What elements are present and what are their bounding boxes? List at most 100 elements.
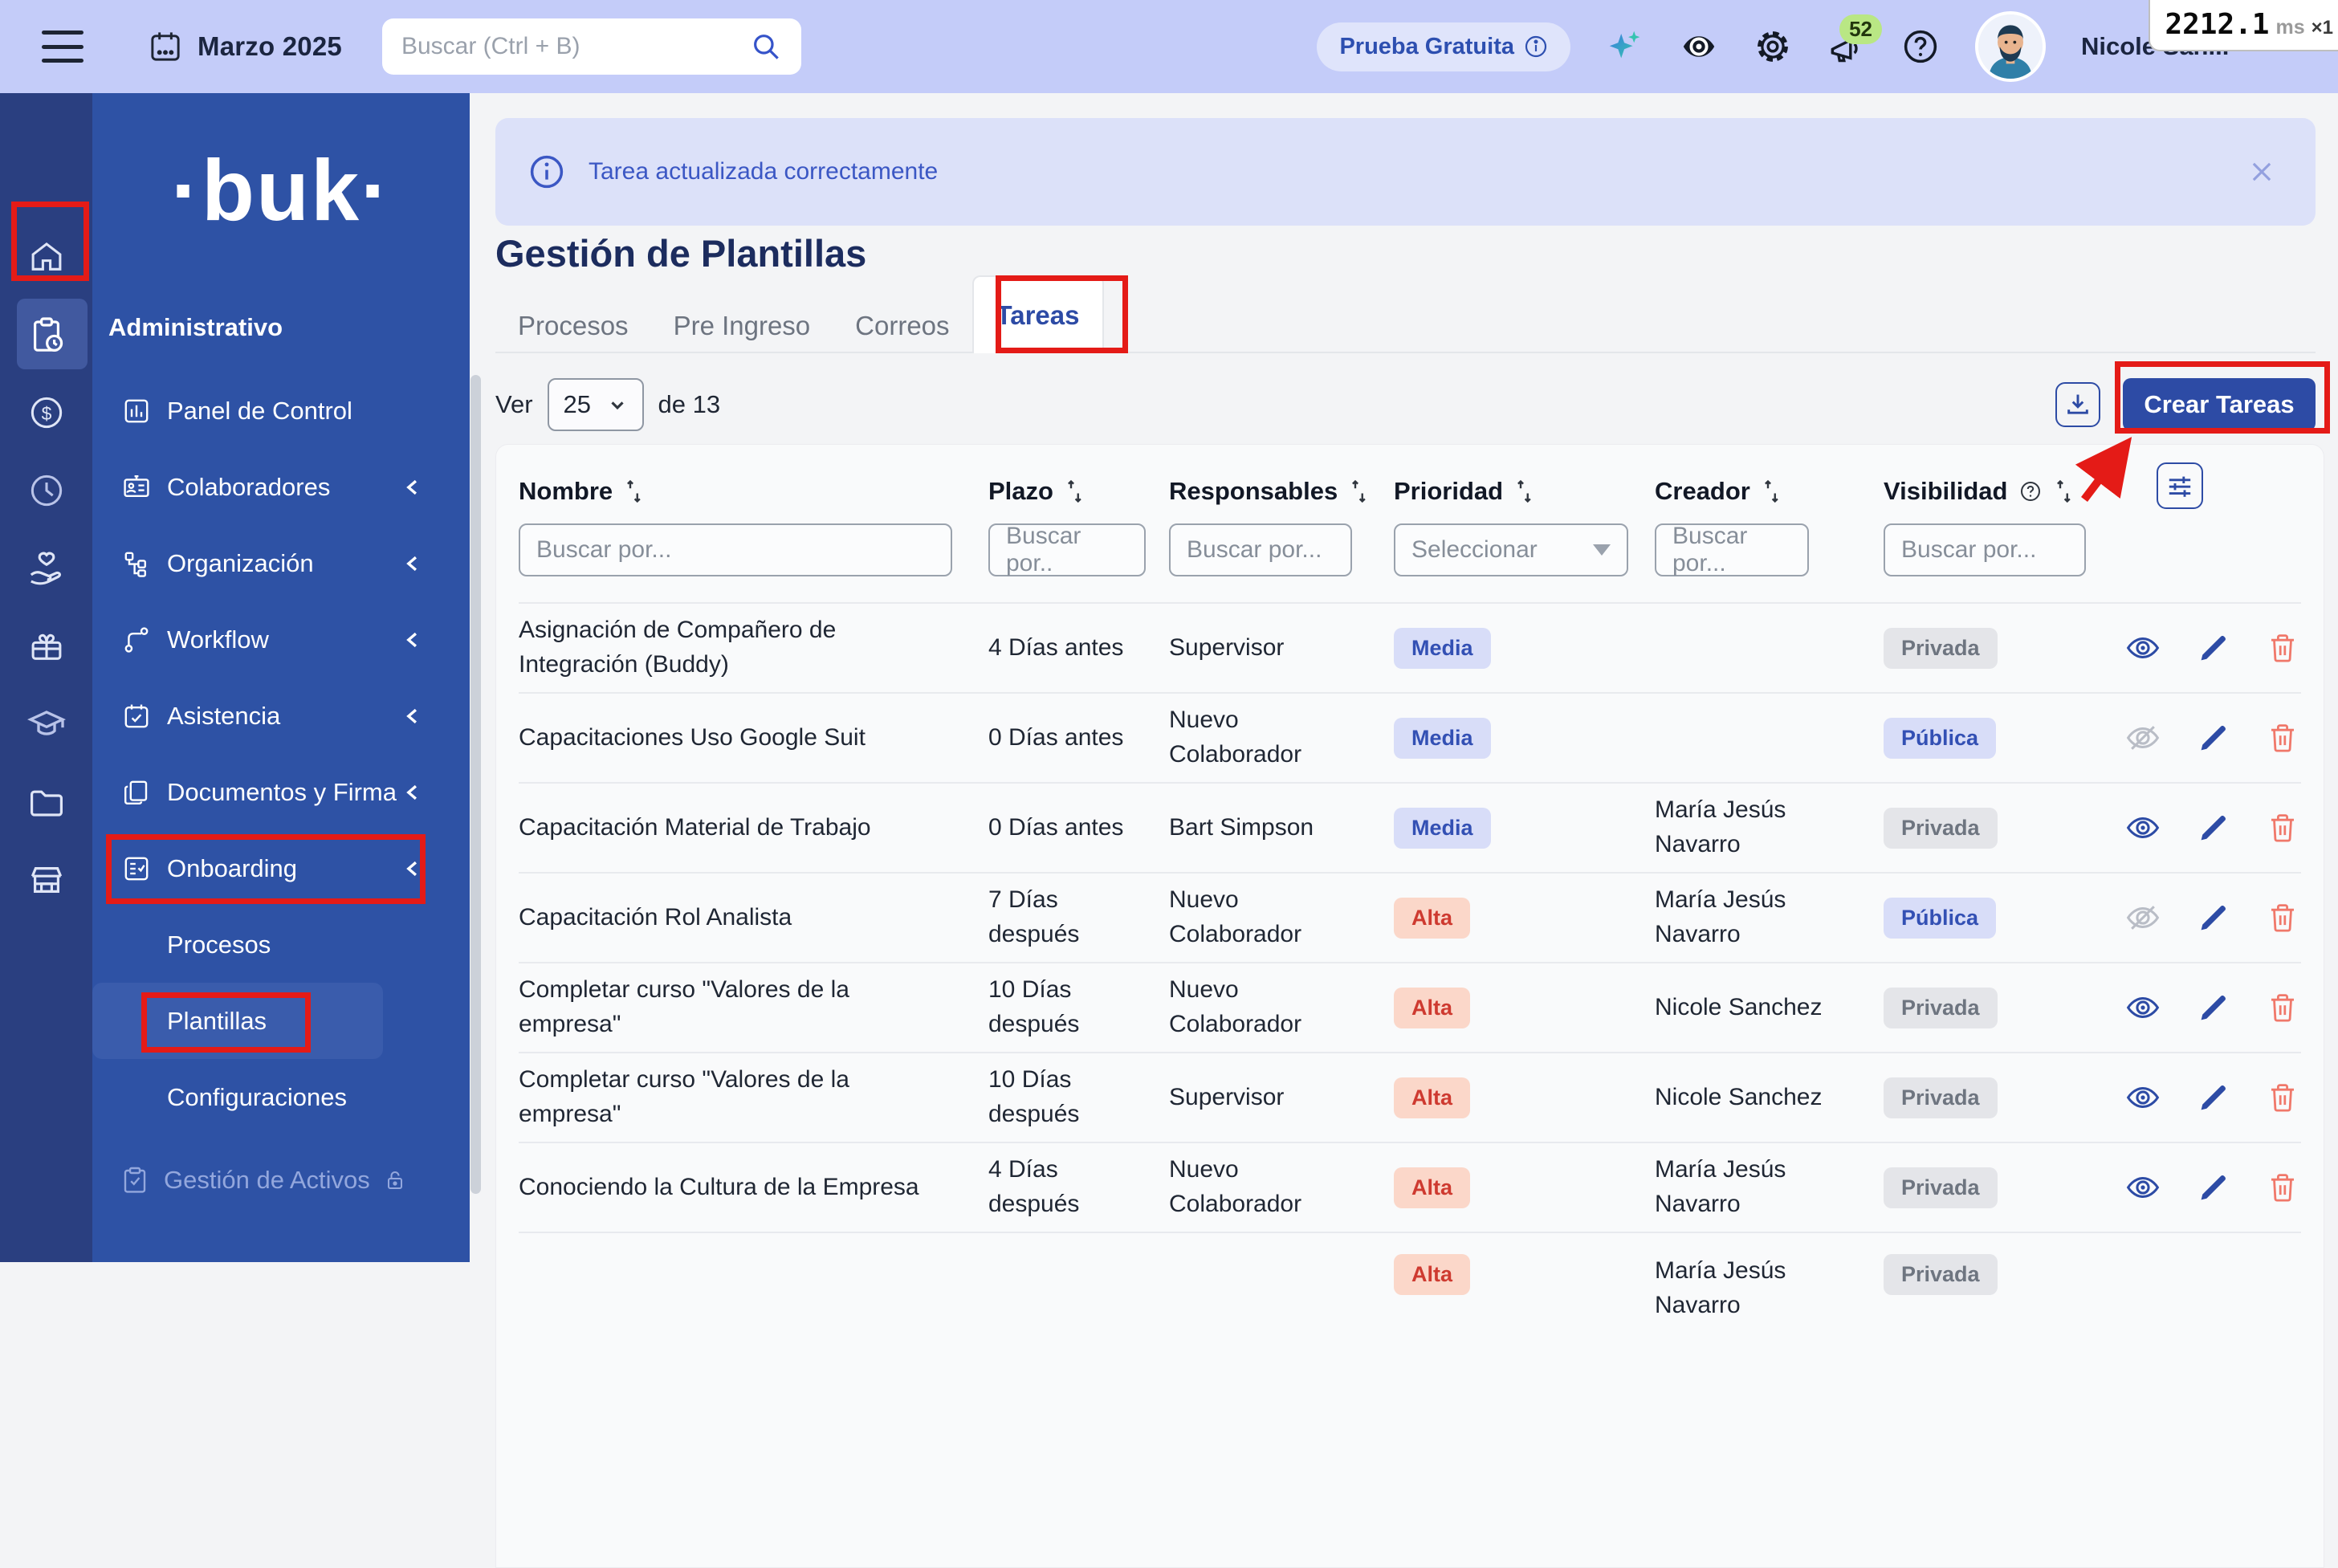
sort-icon[interactable] [1514, 479, 1535, 503]
sidebar-subitem-procesos[interactable]: Procesos [92, 906, 470, 983]
sort-icon[interactable] [2054, 479, 2075, 503]
column-header-visibilidad: Visibilidad [1884, 477, 2007, 506]
eye-icon[interactable] [2124, 629, 2161, 666]
tab-procesos[interactable]: Procesos [495, 300, 651, 352]
edit-pencil-icon[interactable] [2197, 721, 2230, 755]
submenu-label: Configuraciones [167, 1083, 347, 1112]
visibility-badge: Privada [1884, 1254, 1998, 1295]
lock-icon [383, 1168, 407, 1192]
eye-icon[interactable] [2124, 989, 2161, 1026]
column-header-creador: Creador [1655, 477, 1750, 506]
page-size-select[interactable]: 25 [548, 378, 644, 431]
task-plazo: 10 Días después [988, 1063, 1169, 1131]
edit-pencil-icon[interactable] [2197, 1081, 2230, 1114]
edit-pencil-icon[interactable] [2197, 901, 2230, 935]
sidebar-item-gestion-de-activos[interactable]: Gestión de Activos [92, 1142, 470, 1218]
create-tasks-button[interactable]: Crear Tareas [2123, 378, 2316, 431]
task-responsables: Supervisor [1169, 631, 1394, 666]
column-settings-button[interactable] [2157, 462, 2203, 509]
home-icon[interactable] [28, 238, 65, 275]
task-responsables [1169, 1233, 1394, 1254]
search-icon[interactable] [750, 31, 782, 63]
buk-logo: ·buk· [92, 140, 470, 240]
trial-badge[interactable]: Prueba Gratuita [1317, 22, 1570, 71]
settings-gear-icon[interactable] [1754, 27, 1792, 66]
eye-icon[interactable] [2124, 1169, 2161, 1206]
documents-icon [120, 778, 153, 807]
delete-trash-icon[interactable] [2266, 991, 2299, 1024]
eye-off-icon[interactable] [2124, 719, 2161, 756]
task-creador: María Jesús Navarro [1655, 883, 1884, 951]
sort-icon[interactable] [1762, 479, 1782, 503]
visibility-help-icon[interactable] [2018, 479, 2043, 503]
task-responsables: Supervisor [1169, 1081, 1394, 1115]
perf-ms-value: 2212.1 [2165, 8, 2269, 41]
filter-creador-input[interactable]: Buscar por... [1655, 523, 1809, 576]
task-responsables: Nuevo Colaborador [1169, 883, 1394, 951]
column-header-nombre: Nombre [519, 477, 613, 506]
sidebar-item-documentos-y-firma[interactable]: Documentos y Firma [92, 754, 470, 830]
task-creador: María Jesús Navarro [1655, 793, 1884, 861]
delete-trash-icon[interactable] [2266, 1081, 2299, 1114]
delete-trash-icon[interactable] [2266, 631, 2299, 665]
sidebar-item-label: Documentos y Firma [167, 778, 397, 807]
delete-trash-icon[interactable] [2266, 811, 2299, 845]
onboarding-clipboard-clock-icon[interactable] [27, 316, 66, 354]
sidebar-scrollbar[interactable] [470, 375, 481, 1194]
delete-trash-icon[interactable] [2266, 1171, 2299, 1204]
sidebar-item-panel-de-control[interactable]: Panel de Control [92, 373, 470, 449]
benefits-hand-heart-icon[interactable] [27, 549, 66, 588]
payroll-dollar-icon[interactable]: $ [28, 394, 65, 431]
chevron-left-icon [402, 629, 423, 650]
filter-visibilidad-input[interactable]: Buscar por... [1884, 523, 2086, 576]
column-header-prioridad: Prioridad [1394, 477, 1503, 506]
sidebar-subitem-configuraciones[interactable]: Configuraciones [92, 1059, 470, 1135]
announcements-megaphone-icon[interactable]: 52 [1827, 27, 1866, 66]
delete-trash-icon[interactable] [2266, 721, 2299, 755]
sidebar-item-workflow[interactable]: Workflow [92, 601, 470, 678]
task-name: Asignación de Compañero de Integración (… [519, 613, 988, 682]
period-selector[interactable]: Marzo 2025 [148, 29, 342, 64]
edit-pencil-icon[interactable] [2197, 631, 2230, 665]
filter-nombre-input[interactable]: Buscar por... [519, 523, 952, 576]
eye-icon[interactable] [2124, 809, 2161, 846]
priority-badge: Media [1394, 808, 1491, 849]
edit-pencil-icon[interactable] [2197, 1171, 2230, 1204]
delete-trash-icon[interactable] [2266, 901, 2299, 935]
hamburger-menu-icon[interactable] [42, 31, 84, 63]
sort-icon[interactable] [1349, 479, 1370, 503]
ai-sparkle-icon[interactable] [1606, 27, 1644, 66]
sidebar-item-organizacion[interactable]: Organización [92, 525, 470, 601]
edit-pencil-icon[interactable] [2197, 991, 2230, 1024]
sidebar-item-onboarding[interactable]: Onboarding [92, 830, 470, 906]
sort-icon[interactable] [624, 479, 645, 503]
filter-plazo-input[interactable]: Buscar por.. [988, 523, 1146, 576]
global-search-input[interactable]: Buscar (Ctrl + B) [382, 18, 801, 75]
help-icon[interactable] [1901, 27, 1940, 66]
sidebar-item-label: Asistencia [167, 702, 280, 731]
download-button[interactable] [2055, 382, 2100, 427]
filter-responsables-input[interactable]: Buscar por... [1169, 523, 1352, 576]
eye-off-icon[interactable] [2124, 899, 2161, 936]
sort-icon[interactable] [1065, 479, 1086, 503]
task-name: Capacitación Rol Analista [519, 901, 988, 935]
gift-icon[interactable] [28, 628, 65, 665]
visibility-badge: Privada [1884, 1077, 1998, 1118]
alert-close-icon[interactable] [2246, 157, 2277, 187]
filter-prioridad-select[interactable]: Seleccionar [1394, 523, 1628, 576]
eye-icon[interactable] [2124, 1079, 2161, 1116]
tab-tareas[interactable]: Tareas [972, 275, 1104, 353]
tab-correos[interactable]: Correos [833, 300, 971, 352]
files-folder-icon[interactable] [27, 783, 66, 821]
training-graduation-icon[interactable] [26, 704, 67, 744]
edit-pencil-icon[interactable] [2197, 811, 2230, 845]
marketplace-storefront-icon[interactable] [27, 861, 66, 899]
user-avatar[interactable] [1975, 11, 2046, 82]
view-mode-eye-icon[interactable] [1680, 27, 1718, 66]
sidebar-subitem-plantillas[interactable]: Plantillas [92, 983, 383, 1059]
sidebar-item-colaboradores[interactable]: Colaboradores [92, 449, 470, 525]
time-clock-icon[interactable] [28, 472, 65, 509]
table-toolbar: Ver 25 de 13 Crear Tareas [495, 373, 2316, 437]
sidebar-item-asistencia[interactable]: Asistencia [92, 678, 470, 754]
tab-pre-ingreso[interactable]: Pre Ingreso [651, 300, 833, 352]
